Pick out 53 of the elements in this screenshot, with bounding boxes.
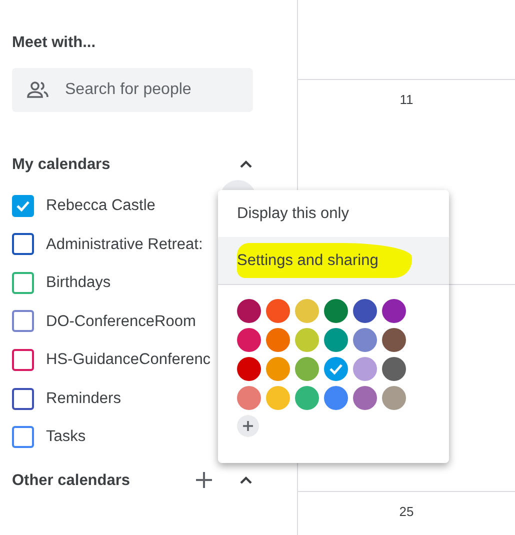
collapse-icon[interactable] xyxy=(239,159,253,170)
search-field[interactable]: Search for people xyxy=(12,68,253,112)
color-swatch[interactable] xyxy=(295,328,319,352)
calendar-name: Tasks xyxy=(46,427,86,448)
day-number: 25 xyxy=(399,503,414,521)
calendar-name: HS-GuidanceConferenc xyxy=(46,350,211,370)
checkbox[interactable] xyxy=(12,426,34,448)
calendar-name: Birthdays xyxy=(46,273,111,294)
add-icon[interactable] xyxy=(195,471,213,490)
color-swatch[interactable] xyxy=(324,328,348,352)
menu-item[interactable]: Settings and sharing xyxy=(218,237,449,284)
color-swatch[interactable] xyxy=(266,328,290,352)
color-swatch[interactable] xyxy=(266,386,290,410)
color-swatch[interactable] xyxy=(382,299,406,323)
color-swatch[interactable] xyxy=(324,299,348,323)
color-swatch[interactable] xyxy=(237,386,261,410)
color-swatch[interactable] xyxy=(295,357,319,381)
section-title: Other calendars xyxy=(12,470,132,491)
checkbox[interactable] xyxy=(12,272,34,294)
color-swatch[interactable] xyxy=(382,357,406,381)
color-swatch[interactable] xyxy=(353,328,377,352)
color-swatch[interactable] xyxy=(237,357,261,381)
menu-item[interactable]: Display this only xyxy=(218,190,449,237)
calendar-name: Reminders xyxy=(46,388,121,409)
section-title: My calendars xyxy=(12,154,110,175)
color-swatch[interactable] xyxy=(237,328,261,352)
check-icon xyxy=(329,363,343,375)
color-swatch[interactable] xyxy=(324,386,348,410)
checkbox[interactable] xyxy=(12,194,34,217)
color-swatch[interactable] xyxy=(266,357,290,381)
checkbox[interactable] xyxy=(12,310,34,332)
color-swatch[interactable] xyxy=(353,386,377,410)
collapse-icon[interactable] xyxy=(239,475,253,486)
color-swatch[interactable] xyxy=(237,299,261,323)
add-icon xyxy=(243,421,253,431)
calendar-name: DO-ConferenceRoom xyxy=(46,312,196,332)
color-swatch[interactable] xyxy=(266,299,290,323)
checkbox[interactable] xyxy=(12,388,34,410)
calendar-name: Rebecca Castle xyxy=(46,196,156,216)
color-swatch[interactable] xyxy=(353,357,377,381)
check-icon xyxy=(16,200,30,212)
color-swatch[interactable] xyxy=(382,328,406,352)
checkbox[interactable] xyxy=(12,233,34,256)
color-swatch[interactable] xyxy=(353,299,377,323)
color-swatch[interactable] xyxy=(324,357,348,381)
color-swatch[interactable] xyxy=(382,386,406,410)
calendar-name: Administrative Retreat: xyxy=(46,234,203,255)
add-color-button[interactable] xyxy=(237,415,259,437)
section-title: Meet with... xyxy=(12,33,97,53)
color-swatch[interactable] xyxy=(295,299,319,323)
checkbox[interactable] xyxy=(12,348,34,371)
day-number: 11 xyxy=(400,91,414,109)
color-swatch[interactable] xyxy=(295,386,319,410)
